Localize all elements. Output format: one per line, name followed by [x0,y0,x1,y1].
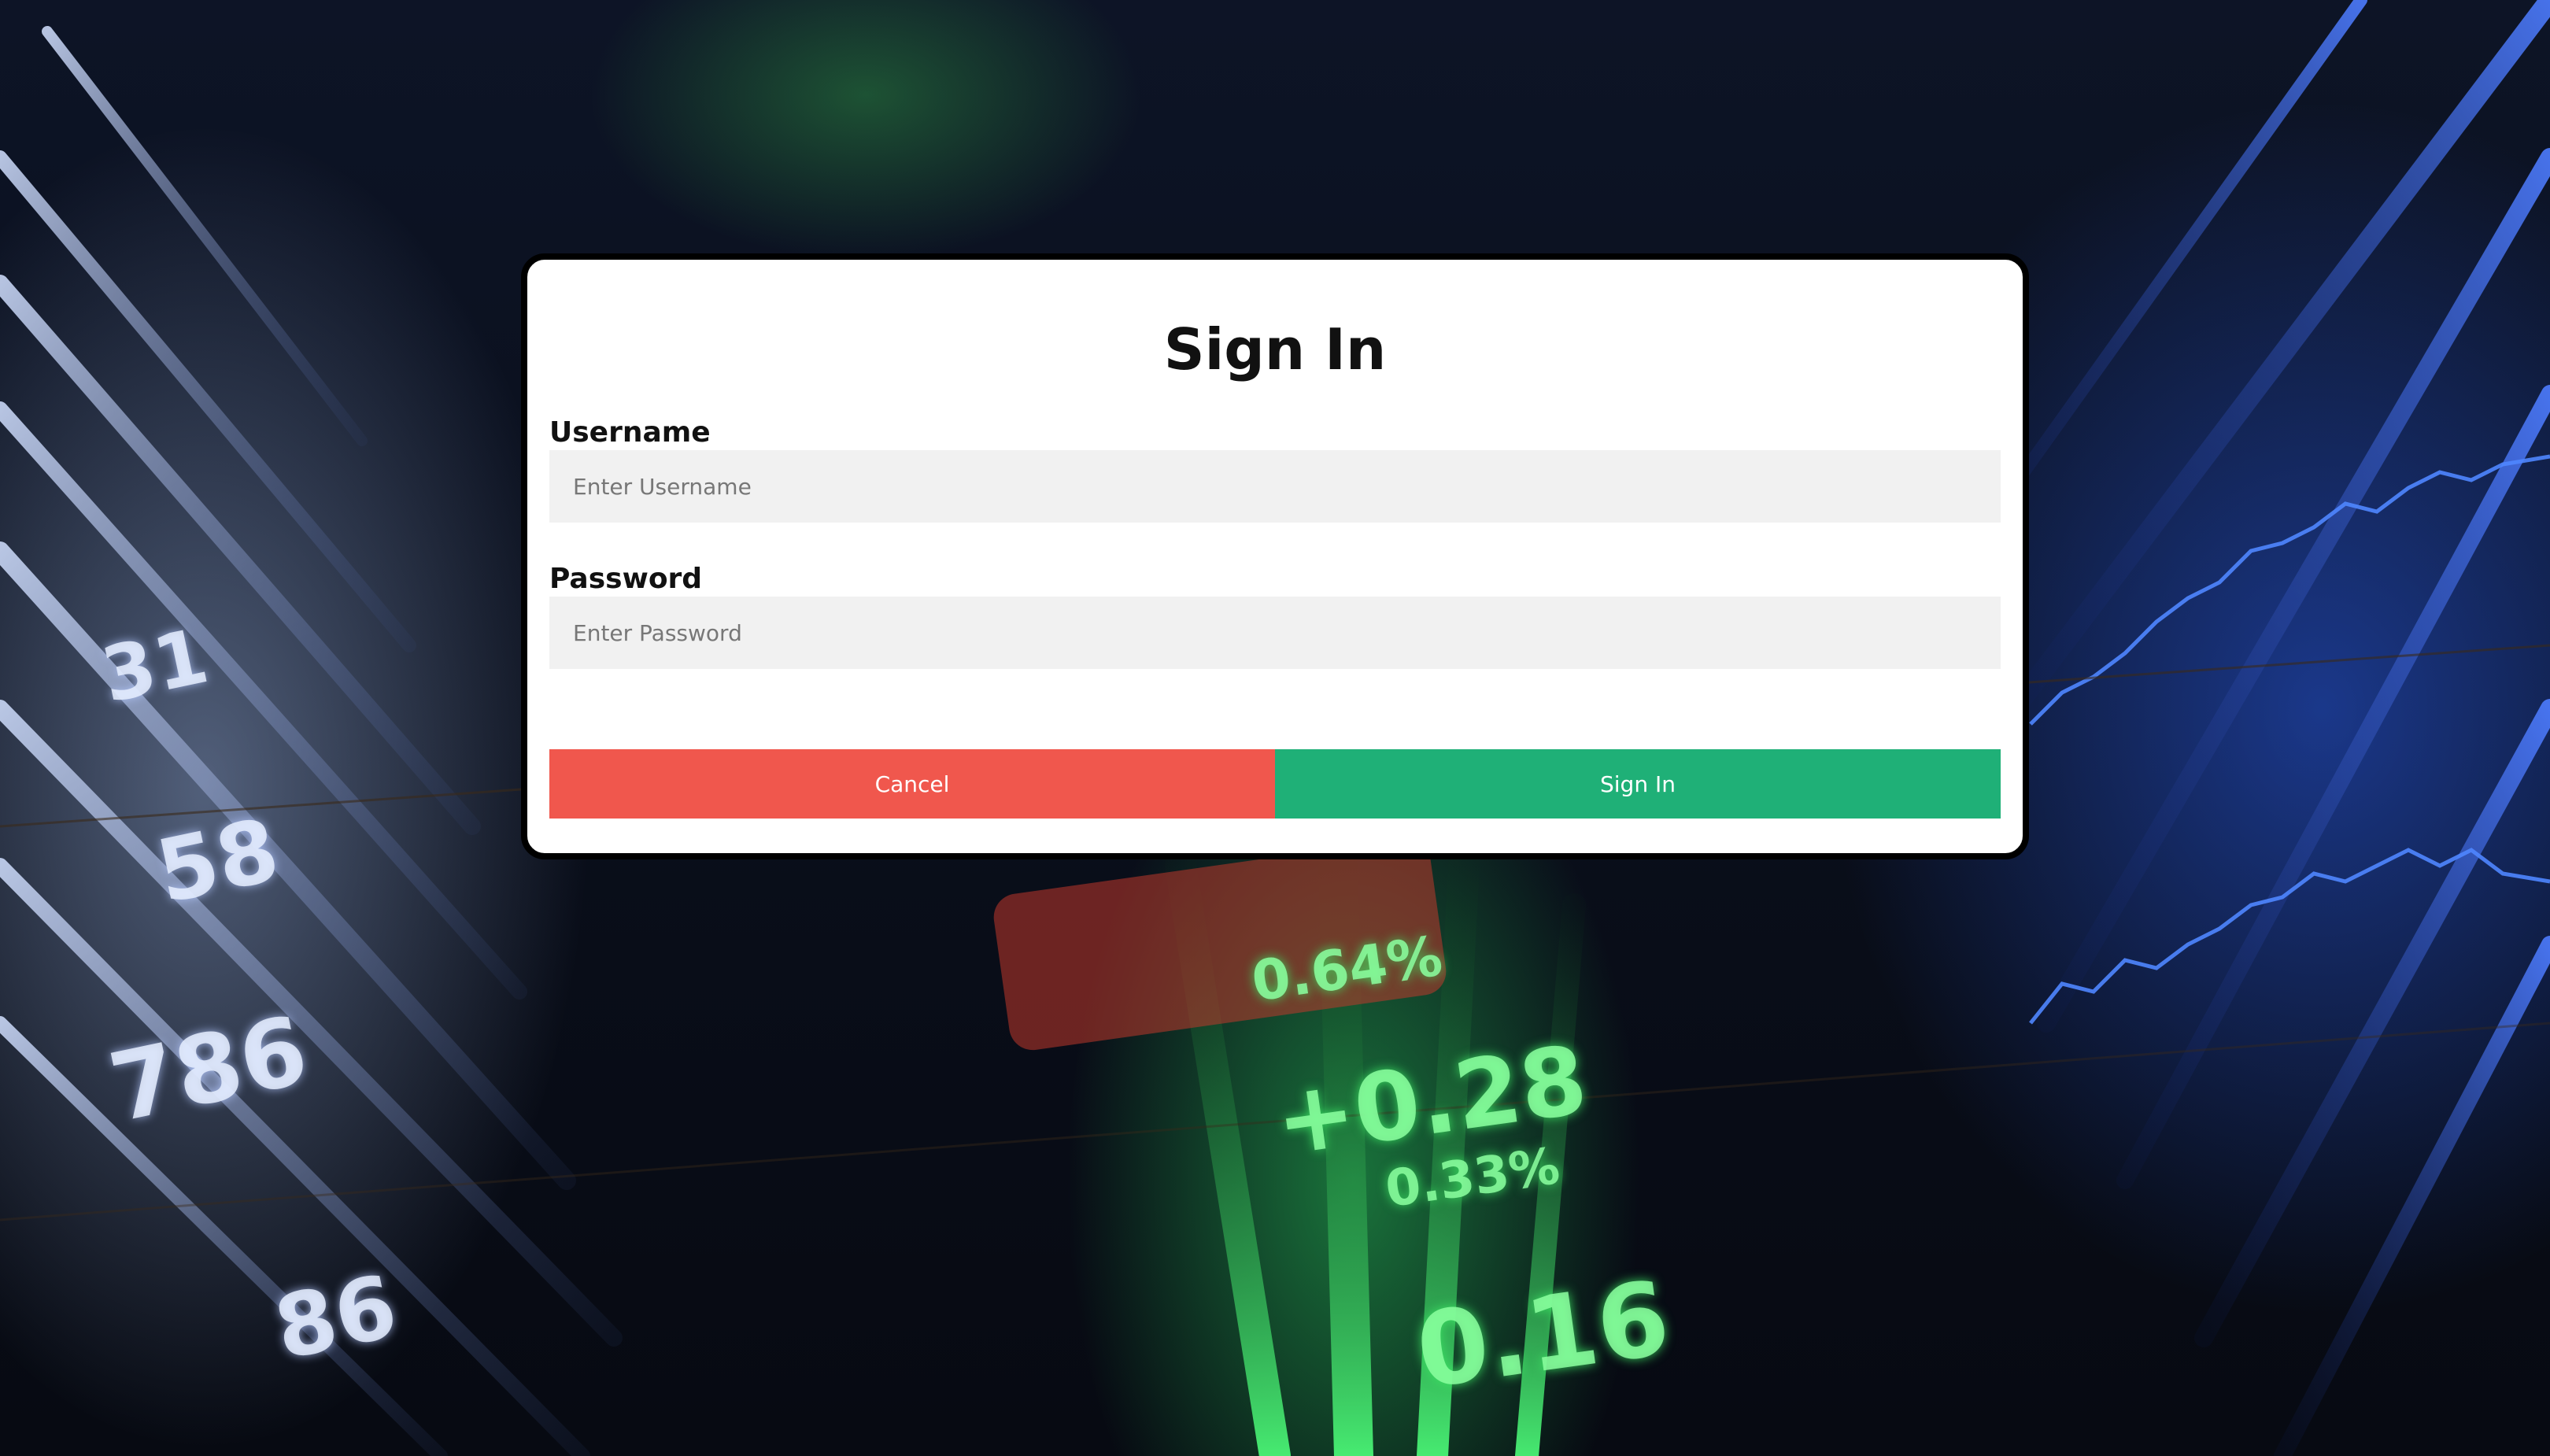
password-label: Password [549,563,703,595]
dialog-button-row: Cancel Sign In [549,749,2001,819]
username-input[interactable] [549,450,2001,523]
password-input[interactable] [549,597,2001,669]
sign-in-dialog: Sign In Username Password Cancel Sign In [521,253,2029,859]
sign-in-button[interactable]: Sign In [1275,749,2001,819]
dialog-title: Sign In [1163,316,1387,382]
username-label: Username [549,416,711,449]
cancel-button[interactable]: Cancel [549,749,1275,819]
